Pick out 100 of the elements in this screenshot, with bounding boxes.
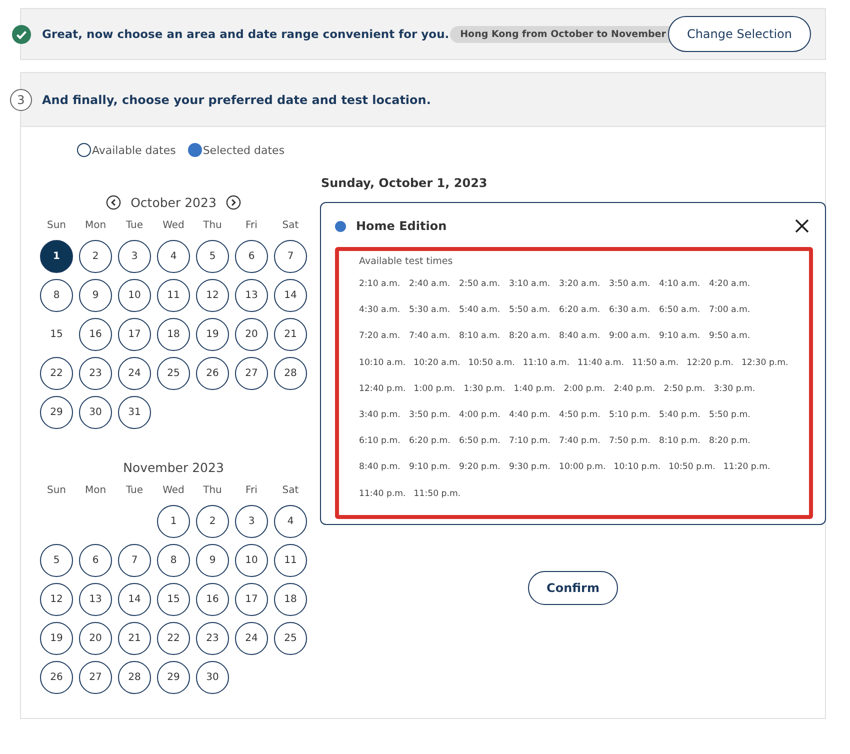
calendar-day[interactable]: 18 (274, 583, 307, 616)
calendar-day[interactable]: 29 (40, 396, 73, 429)
time-slot[interactable]: 7:50 p.m. (609, 428, 651, 454)
time-slot[interactable]: 10:00 p.m. (559, 454, 606, 480)
calendar-day[interactable]: 10 (235, 544, 268, 577)
calendar-day[interactable]: 22 (157, 622, 190, 655)
calendar-day[interactable]: 23 (79, 357, 112, 390)
calendar-day[interactable]: 1 (157, 505, 190, 538)
time-slot[interactable]: 9:20 p.m. (459, 454, 501, 480)
calendar-day[interactable]: 25 (157, 357, 190, 390)
time-slot[interactable]: 11:50 a.m. (632, 350, 679, 376)
calendar-day[interactable]: 5 (196, 240, 229, 273)
calendar-day[interactable]: 24 (235, 622, 268, 655)
calendar-day[interactable]: 4 (274, 505, 307, 538)
calendar-day[interactable]: 26 (40, 661, 73, 694)
calendar-day[interactable]: 6 (79, 544, 112, 577)
time-slot[interactable]: 6:50 a.m. (659, 297, 701, 324)
time-slot[interactable]: 9:50 a.m. (709, 323, 751, 350)
time-slot[interactable]: 3:10 a.m. (509, 271, 551, 298)
confirm-button[interactable]: Confirm (528, 571, 618, 605)
calendar-day[interactable]: 7 (118, 544, 151, 577)
time-slot[interactable]: 4:30 a.m. (359, 297, 401, 324)
time-slot[interactable]: 6:20 a.m. (559, 297, 601, 324)
time-slot[interactable]: 6:30 a.m. (609, 297, 651, 324)
time-slot[interactable]: 11:50 p.m. (414, 480, 461, 507)
time-slot[interactable]: 3:50 a.m. (609, 271, 651, 298)
time-slot[interactable]: 11:10 a.m. (522, 350, 570, 376)
time-slot[interactable]: 4:40 p.m. (509, 402, 551, 428)
calendar-day[interactable]: 27 (79, 661, 112, 694)
calendar-day[interactable]: 2 (196, 505, 229, 538)
calendar-day[interactable]: 6 (235, 240, 268, 273)
time-slot[interactable]: 5:40 a.m. (459, 297, 501, 324)
time-slot[interactable]: 6:20 p.m. (409, 428, 451, 454)
calendar-day[interactable]: 13 (235, 279, 268, 312)
calendar-day[interactable]: 11 (274, 544, 307, 577)
calendar-day[interactable]: 16 (79, 318, 112, 351)
calendar-day[interactable]: 14 (274, 279, 307, 312)
time-slot[interactable]: 5:10 p.m. (609, 402, 651, 428)
calendar-day[interactable]: 19 (196, 318, 229, 351)
time-slot[interactable]: 11:40 p.m. (359, 480, 406, 507)
time-slot[interactable]: 2:00 p.m. (564, 376, 606, 402)
calendar-day[interactable]: 21 (274, 318, 307, 351)
calendar-day[interactable]: 2 (79, 240, 112, 273)
calendar-day[interactable]: 12 (196, 279, 229, 312)
change-selection-button[interactable]: Change Selection (668, 16, 811, 52)
calendar-day[interactable]: 12 (40, 583, 73, 616)
time-slot[interactable]: 4:50 p.m. (559, 402, 601, 428)
time-slot[interactable]: 7:10 p.m. (509, 428, 551, 454)
time-slot[interactable]: 5:30 a.m. (409, 297, 451, 324)
calendar-day[interactable]: 8 (157, 544, 190, 577)
calendar-day[interactable]: 18 (157, 318, 190, 351)
time-slot[interactable]: 2:50 p.m. (664, 376, 706, 402)
calendar-day[interactable]: 3 (235, 505, 268, 538)
calendar-day[interactable]: 20 (79, 622, 112, 655)
time-slot[interactable]: 12:40 p.m. (359, 376, 406, 402)
calendar-day[interactable]: 5 (40, 544, 73, 577)
calendar-day[interactable]: 3 (118, 240, 151, 273)
time-slot[interactable]: 7:00 a.m. (709, 297, 751, 324)
time-slot[interactable]: 3:40 p.m. (359, 402, 401, 428)
time-slot[interactable]: 3:50 p.m. (409, 402, 451, 428)
calendar-day[interactable]: 9 (196, 544, 229, 577)
calendar-day[interactable]: 16 (196, 583, 229, 616)
time-slot[interactable]: 9:00 a.m. (609, 323, 651, 350)
calendar-day[interactable]: 30 (196, 661, 229, 694)
next-month-button[interactable] (226, 194, 242, 210)
calendar-day[interactable]: 7 (274, 240, 307, 273)
time-slot[interactable]: 12:30 p.m. (741, 350, 788, 376)
time-slot[interactable]: 3:20 a.m. (559, 271, 601, 298)
time-slot[interactable]: 5:40 p.m. (659, 402, 701, 428)
time-slot[interactable]: 10:10 a.m. (359, 350, 406, 376)
calendar-day[interactable]: 29 (157, 661, 190, 694)
time-slot[interactable]: 2:40 p.m. (614, 376, 656, 402)
calendar-day[interactable]: 11 (157, 279, 190, 312)
calendar-day[interactable]: 24 (118, 357, 151, 390)
calendar-day[interactable]: 22 (40, 357, 73, 390)
time-slot[interactable]: 10:10 p.m. (614, 454, 661, 480)
time-slot[interactable]: 6:10 p.m. (359, 428, 401, 454)
calendar-day[interactable]: 17 (235, 583, 268, 616)
calendar-day[interactable]: 31 (118, 396, 151, 429)
calendar-day[interactable]: 19 (40, 622, 73, 655)
time-slot[interactable]: 8:10 p.m. (659, 428, 701, 454)
time-slot[interactable]: 8:40 p.m. (359, 454, 401, 480)
time-slot[interactable]: 7:20 a.m. (359, 323, 401, 350)
calendar-day[interactable]: 30 (79, 396, 112, 429)
previous-month-button[interactable] (106, 194, 121, 210)
calendar-day[interactable]: 13 (79, 583, 112, 616)
time-slot[interactable]: 4:10 a.m. (659, 271, 701, 298)
calendar-day[interactable]: 23 (196, 622, 229, 655)
time-slot[interactable]: 2:50 a.m. (459, 271, 501, 298)
calendar-day[interactable]: 14 (118, 583, 151, 616)
time-slot[interactable]: 10:50 p.m. (668, 454, 716, 480)
time-slot[interactable]: 11:20 p.m. (723, 454, 770, 480)
time-slot[interactable]: 1:40 p.m. (514, 376, 556, 402)
time-slot[interactable]: 8:20 a.m. (509, 323, 551, 350)
calendar-day[interactable]: 26 (196, 357, 229, 390)
time-slot[interactable]: 8:40 a.m. (559, 323, 601, 350)
calendar-day[interactable]: 9 (79, 279, 112, 312)
calendar-day[interactable]: 20 (235, 318, 268, 351)
time-slot[interactable]: 10:20 a.m. (414, 350, 460, 376)
calendar-day[interactable]: 25 (274, 622, 307, 655)
